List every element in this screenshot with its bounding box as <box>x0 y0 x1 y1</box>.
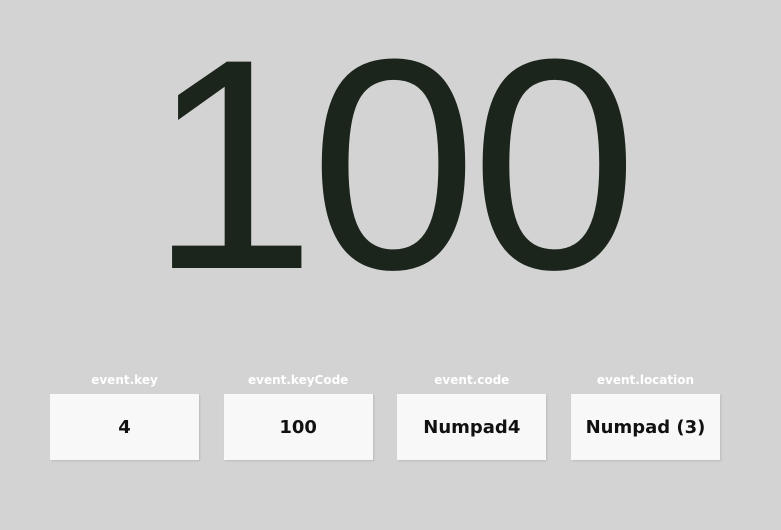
event-keycode-card: event.keyCode 100 <box>223 372 373 460</box>
event-location-value: Numpad (3) <box>570 394 720 460</box>
event-key-value: 4 <box>50 394 199 460</box>
keycode-display: 100 <box>149 0 638 332</box>
event-location-label: event.location <box>596 373 695 387</box>
event-location-card: event.location Numpad (3) <box>570 372 720 460</box>
event-keycode-value: 100 <box>223 394 373 460</box>
event-key-card: event.key 4 <box>50 372 199 460</box>
event-keycode-label: event.keyCode <box>247 373 349 387</box>
event-info-cards: event.key 4 event.keyCode 100 event.code… <box>50 372 720 460</box>
event-key-label: event.key <box>91 373 158 387</box>
event-code-value: Numpad4 <box>397 394 547 460</box>
event-code-label: event.code <box>434 373 510 387</box>
event-code-card: event.code Numpad4 <box>397 372 547 460</box>
